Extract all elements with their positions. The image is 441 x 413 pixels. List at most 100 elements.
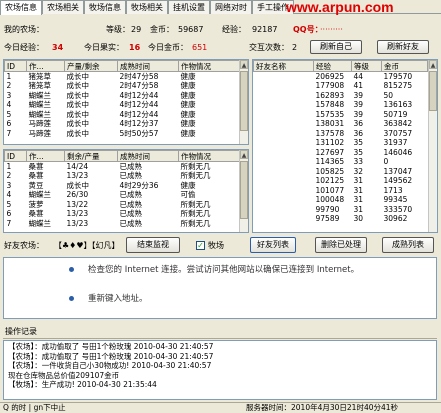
cell-level: 36 — [353, 128, 364, 138]
col-mature-time[interactable]: 成熟时间 — [117, 60, 179, 72]
refresh-friends-button[interactable]: 刷新好友 — [377, 40, 429, 54]
mature-list-button[interactable]: 成熟列表 — [382, 237, 434, 253]
tab-farm-related[interactable]: 农场相关 — [42, 0, 84, 14]
pasture-row[interactable]: 6 桑葚 13/23 已成熟 所剩无几 — [5, 209, 241, 219]
gold-label: 金币： — [150, 25, 174, 34]
cell-friend-name — [254, 91, 314, 101]
end-monitor-button[interactable]: 结束监视 — [126, 237, 180, 253]
friend-row[interactable]: 157535 39 50719 — [254, 110, 428, 120]
farm-row[interactable]: 6 马蹄莲 成长中 4时12分37 健康 — [5, 119, 241, 129]
friend-row[interactable]: 138031 36 363842 — [254, 119, 428, 129]
pasture-row[interactable]: 3 黄豆 成长中 4时29分36 健康 — [5, 181, 241, 191]
tab-farm-info[interactable]: 农场信息 — [0, 0, 42, 15]
farm-row[interactable]: 5 蝴蝶兰 成长中 4时12分44 健康 — [5, 110, 241, 120]
log-line: 现在仓库物品总价值209107金币 — [8, 370, 120, 380]
friend-row[interactable]: 157848 39 136163 — [254, 100, 428, 110]
pasture-row[interactable]: 7 蝴蝶兰 13/23 已成熟 所剩无几 — [5, 219, 241, 229]
col-yield[interactable]: 产量/剩余 — [64, 60, 118, 72]
watermark: www.arpun.com — [286, 0, 394, 15]
pasture-row[interactable]: 1 桑葚 14/24 已成熟 所剩无几 — [5, 162, 241, 172]
farm-table-scrollbar[interactable]: ▲ — [239, 60, 248, 144]
col-remain-yield[interactable]: 剩余/产量 — [64, 150, 118, 162]
cell-remain-yield: 13/22 — [66, 199, 89, 209]
friend-list-button[interactable]: 好友列表 — [250, 237, 296, 253]
cell-mature-time: 已成熟 — [119, 190, 143, 200]
cell-id: 1 — [6, 72, 12, 81]
pasture-row[interactable]: 4 蝴蝶兰 26/30 已成熟 可偷 — [5, 190, 241, 200]
tab-pasture-related[interactable]: 牧场相关 — [126, 0, 168, 14]
col-mature-time[interactable]: 成熟时间 — [117, 150, 179, 162]
cell-friend-name — [254, 214, 314, 224]
operation-log[interactable]: 【农场】：成功偷取了 号田1个粉玫瑰 2010-04-30 21:40:57 【… — [3, 340, 437, 400]
pasture-table-scrollbar[interactable]: ▲ — [239, 150, 248, 232]
tab-time-sync[interactable]: 网络对时 — [210, 0, 252, 14]
friend-row[interactable]: 97589 30 30962 — [254, 214, 428, 224]
scroll-up-icon[interactable]: ▲ — [429, 60, 437, 69]
col-id[interactable]: ID — [4, 60, 27, 72]
farm-row[interactable]: 3 蝴蝶兰 成长中 4时12分44 健康 — [5, 91, 241, 101]
friends-table: 好友名称 经验 等级 金币 206925 44 179570 177908 41 8152… — [253, 60, 428, 224]
cell-remain-yield: 13/23 — [66, 171, 89, 181]
delete-processed-button[interactable]: 删除已处理 — [315, 237, 367, 253]
today-fruit-value: 16 — [129, 43, 141, 52]
cell-yield: 成长中 — [66, 128, 90, 138]
scroll-thumb[interactable] — [240, 161, 248, 219]
scroll-up-icon[interactable]: ▲ — [240, 150, 248, 159]
friend-row[interactable]: 100048 31 99345 — [254, 195, 428, 205]
col-crop-status[interactable]: 作物情况 — [178, 60, 241, 72]
cell-friend-name — [254, 148, 314, 158]
level-value: 29 — [131, 25, 142, 34]
cell-remain-yield: 13/23 — [66, 209, 89, 219]
cell-gold: 0 — [383, 157, 389, 167]
col-gold[interactable]: 金币 — [381, 60, 428, 72]
friend-row[interactable]: 177908 41 815275 — [254, 81, 428, 91]
farm-row[interactable]: 7 马蹄莲 成长中 5时50分57 健康 — [5, 129, 241, 139]
friend-row[interactable]: 127697 35 146046 — [254, 148, 428, 158]
browser-retype-message: 重新键入地址。 — [88, 294, 148, 304]
col-exp[interactable]: 经验 — [313, 60, 352, 72]
tab-auto-settings[interactable]: 挂机设置 — [168, 0, 210, 14]
pasture-row[interactable]: 2 桑葚 13/23 已成熟 所剩无几 — [5, 171, 241, 181]
scroll-thumb[interactable] — [429, 71, 437, 111]
refresh-self-button[interactable]: 刷新自己 — [310, 40, 362, 54]
friend-row[interactable]: 206925 44 179570 — [254, 72, 428, 82]
scroll-thumb[interactable] — [240, 71, 248, 131]
browser-error-message: 检查您的 Internet 连接。尝试访问其他网站以确保已连接到 Interne… — [88, 265, 360, 275]
cell-gold: 149562 — [383, 176, 413, 186]
farm-row[interactable]: 2 猪笼草 成长中 2时47分58 健康 — [5, 81, 241, 91]
pasture-checkbox[interactable]: ✓ — [196, 241, 205, 250]
pasture-row[interactable]: 5 菠萝 13/22 已成熟 所剩无几 — [5, 200, 241, 210]
col-status[interactable]: 作物情况 — [178, 150, 241, 162]
friend-row[interactable]: 114365 33 0 — [254, 157, 428, 167]
pasture-table-panel: ID 作... 剩余/产量 成熟时间 作物情况 1 桑葚 14/24 已成熟 所剩无几 2… — [3, 149, 249, 233]
scroll-up-icon[interactable]: ▲ — [240, 60, 248, 69]
friend-row[interactable]: 102125 31 149562 — [254, 176, 428, 186]
cell-mature-time: 已成熟 — [119, 209, 143, 219]
farm-row[interactable]: 4 蝴蝶兰 成长中 4时12分44 健康 — [5, 100, 241, 110]
friend-row[interactable]: 101077 31 1713 — [254, 186, 428, 196]
cell-exp: 102125 — [315, 176, 345, 186]
farm-row[interactable]: 1 猪笼草 成长中 2时47分58 健康 — [5, 72, 241, 82]
col-animal[interactable]: 作... — [26, 150, 65, 162]
cell-crop: 猪笼草 — [28, 72, 52, 81]
cell-friend-name — [254, 72, 314, 82]
friend-row[interactable]: 99790 31 333570 — [254, 205, 428, 215]
cell-exp: 131102 — [315, 138, 345, 148]
cell-animal: 桑葚 — [28, 209, 44, 219]
col-friend-name[interactable]: 好友名称 — [253, 60, 314, 72]
embedded-browser[interactable]: 检查您的 Internet 连接。尝试访问其他网站以确保已连接到 Interne… — [3, 257, 437, 319]
cell-exp: 157848 — [315, 100, 345, 110]
col-crop[interactable]: 作... — [26, 60, 65, 72]
friends-table-scrollbar[interactable]: ▲ — [428, 60, 437, 232]
friend-row[interactable]: 131102 35 31937 — [254, 138, 428, 148]
col-id[interactable]: ID — [4, 150, 27, 162]
cell-crop: 蝴蝶兰 — [28, 109, 52, 119]
tab-pasture-info[interactable]: 牧场信息 — [84, 0, 126, 14]
friend-row[interactable]: 105825 32 137047 — [254, 167, 428, 177]
divider — [3, 338, 437, 339]
cell-remain-yield: 26/30 — [66, 190, 89, 200]
col-level[interactable]: 等级 — [351, 60, 382, 72]
cell-gold: 50 — [383, 90, 394, 100]
friend-row[interactable]: 137578 36 370757 — [254, 129, 428, 139]
friend-row[interactable]: 162893 39 50 — [254, 91, 428, 101]
